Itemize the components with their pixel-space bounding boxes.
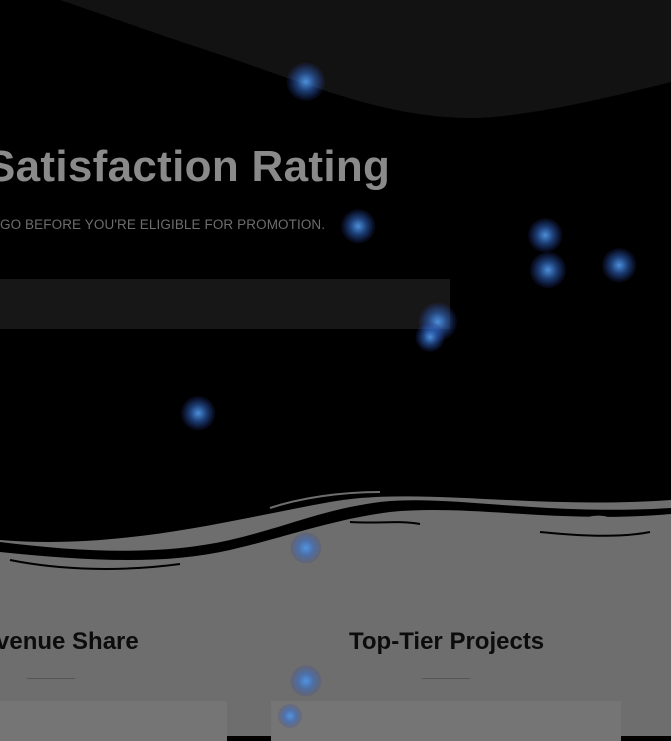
column-title-top-tier-projects: Top-Tier Projects <box>349 628 545 655</box>
top-tier-projects-card <box>271 701 621 741</box>
glow-particle-icon <box>181 396 215 430</box>
revenue-share-card <box>0 701 227 741</box>
bottom-section <box>0 480 671 736</box>
glow-particle-icon <box>341 209 375 243</box>
page-title-prefix: S <box>0 142 16 191</box>
column-divider <box>27 678 75 679</box>
column-title-revenue-share: venue Share <box>0 628 139 655</box>
progress-track <box>0 279 450 329</box>
glow-particle-icon <box>530 252 566 288</box>
page-subtitle: GO BEFORE YOU'RE ELIGIBLE FOR PROMOTION. <box>0 217 326 232</box>
column-divider <box>422 678 470 679</box>
glow-particle-icon <box>528 218 562 252</box>
page-title-text: atisfaction Rating <box>15 142 391 191</box>
page-title: Satisfaction Rating <box>0 142 390 192</box>
top-wave-decoration <box>0 0 671 118</box>
glow-particle-icon <box>602 248 636 282</box>
brush-wave-decoration <box>0 491 671 736</box>
